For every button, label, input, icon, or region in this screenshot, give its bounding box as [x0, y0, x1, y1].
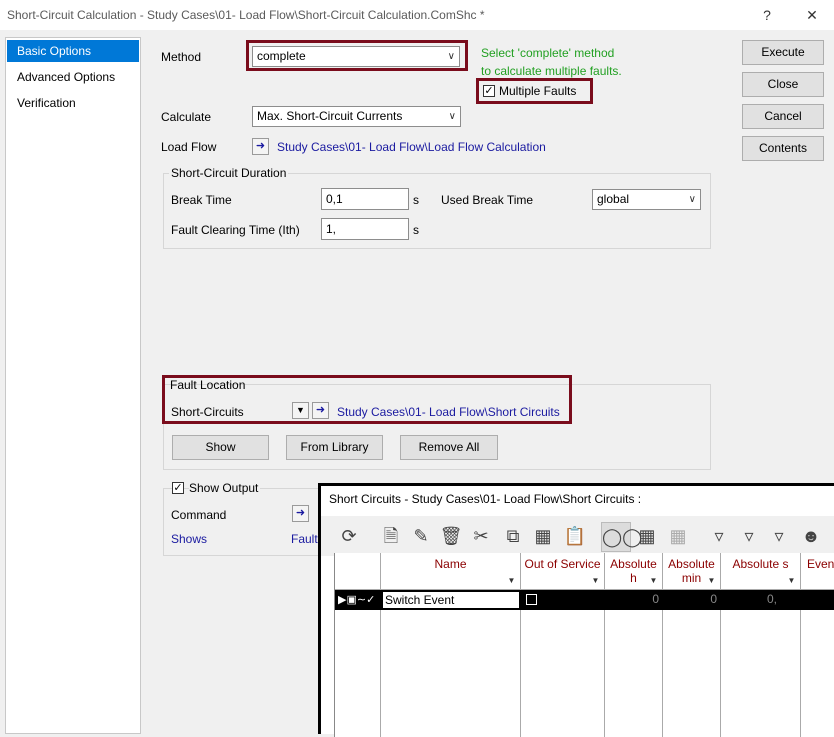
row-abs-min-cell[interactable]: 0 — [663, 592, 717, 606]
contents-button[interactable]: Contents — [742, 136, 824, 161]
close-window-icon[interactable]: ✕ — [802, 5, 822, 25]
show-output-label: Show Output — [189, 481, 261, 495]
table-view-icon[interactable]: ▦ — [633, 522, 661, 550]
chevron-down-icon[interactable]: ▼ — [648, 576, 659, 586]
delete-icon[interactable]: 🗑 — [437, 522, 465, 550]
shows-value[interactable]: Fault — [291, 532, 318, 546]
show-button[interactable]: Show — [172, 435, 269, 460]
chevron-down-icon[interactable]: ▼ — [590, 576, 601, 586]
short-circuits-jump-icon[interactable]: ➜ — [312, 402, 329, 419]
fault-clearing-unit: s — [413, 223, 419, 237]
sidebar-item-advanced-options[interactable]: Advanced Options — [7, 66, 139, 88]
out-of-service-column — [521, 590, 605, 737]
duration-group — [163, 173, 711, 249]
multiple-faults-checkbox[interactable]: ✓ — [483, 85, 495, 97]
short-circuits-label: Short-Circuits — [171, 405, 244, 419]
chevron-down-icon: ∨ — [447, 51, 455, 62]
table-row[interactable]: ▶▣∼✓ Switch Event 0 0 0, — [335, 590, 834, 610]
title-bar: Short-Circuit Calculation - Study Cases\… — [0, 0, 834, 30]
chevron-down-icon: ∨ — [448, 111, 456, 122]
browser-toolbar: ⟳ 🗎 ✎ 🗑 ✂ ⧉ ▦ 📋 ◯◯ ▦ ▦ ▿ ▿ ▿ ☻ — [321, 516, 834, 556]
fault-location-title: Fault Location — [170, 378, 246, 392]
out-of-service-checkbox[interactable] — [526, 594, 537, 605]
column-header-event[interactable]: Event — [801, 553, 834, 590]
break-time-unit: s — [413, 193, 419, 207]
chevron-down-icon[interactable]: ▼ — [706, 576, 717, 586]
load-flow-label: Load Flow — [161, 140, 217, 154]
calculate-value: Max. Short-Circuit Currents — [257, 109, 403, 123]
cut-icon[interactable]: ✂ — [467, 522, 495, 550]
filter-advanced-icon[interactable]: ▿ — [735, 522, 763, 550]
users-icon[interactable]: ☻ — [797, 522, 825, 550]
row-header-column — [335, 590, 381, 737]
sidebar: Basic Options Advanced Options Verificat… — [5, 37, 141, 734]
column-header-out-of-service[interactable]: Out of Service ▼ — [521, 553, 605, 590]
edit-icon[interactable]: ✎ — [407, 522, 435, 550]
load-flow-jump-icon[interactable]: ➜ — [252, 138, 269, 155]
short-circuits-link[interactable]: Study Cases\01- Load Flow\Short Circuits — [337, 405, 560, 419]
absolute-h-column — [605, 590, 663, 737]
filter-time-icon[interactable]: ▿ — [765, 522, 793, 550]
sidebar-item-basic-options[interactable]: Basic Options — [7, 40, 139, 62]
new-object-icon[interactable]: 🗎 — [377, 522, 405, 550]
fault-clearing-field[interactable]: 1, — [321, 218, 409, 240]
column-header-absolute-h[interactable]: Absolute h ▼ — [605, 553, 663, 590]
calculate-dropdown[interactable]: Max. Short-Circuit Currents ∨ — [252, 106, 461, 127]
break-time-field[interactable]: 0,1 — [321, 188, 409, 210]
row-abs-s-cell[interactable]: 0, — [721, 592, 777, 606]
close-button[interactable]: Close — [742, 72, 824, 97]
browser-title: Short Circuits - Study Cases\01- Load Fl… — [329, 492, 642, 506]
refresh-icon[interactable]: ⟳ — [335, 522, 363, 550]
fault-clearing-label: Fault Clearing Time (Ith) — [171, 223, 300, 237]
chevron-down-icon: ∨ — [688, 194, 696, 205]
break-time-label: Break Time — [171, 193, 232, 207]
row-name-cell[interactable]: Switch Event — [382, 591, 520, 609]
help-icon[interactable]: ? — [757, 5, 777, 25]
row-header-corner — [335, 553, 381, 590]
remove-all-button[interactable]: Remove All — [400, 435, 498, 460]
calculate-label: Calculate — [161, 110, 212, 124]
column-header-absolute-min[interactable]: Absolute min ▼ — [663, 553, 721, 590]
shows-label: Shows — [171, 532, 208, 546]
table-alt-icon[interactable]: ▦ — [664, 522, 692, 550]
multiple-faults-label: Multiple Faults — [499, 84, 577, 98]
absolute-s-column — [721, 590, 801, 737]
copy-icon[interactable]: ⧉ — [499, 522, 527, 550]
used-break-time-dropdown[interactable]: global ∨ — [592, 189, 701, 210]
from-library-button[interactable]: From Library — [286, 435, 383, 460]
method-hint-line1: Select 'complete' method — [481, 46, 615, 60]
chevron-down-icon[interactable]: ▼ — [506, 576, 517, 586]
column-header-absolute-s[interactable]: Absolute s ▼ — [721, 553, 801, 590]
duration-group-title: Short-Circuit Duration — [169, 166, 289, 180]
row-abs-h-cell[interactable]: 0 — [605, 592, 659, 606]
short-circuits-table: Name ▼ Out of Service ▼ Absolute h ▼ Abs… — [334, 553, 834, 737]
spreadsheet-icon[interactable]: ▦ — [529, 522, 557, 550]
short-circuits-dropdown-icon[interactable]: ▼ — [292, 402, 309, 419]
used-break-time-value: global — [597, 192, 630, 206]
absolute-min-column — [663, 590, 721, 737]
used-break-time-label: Used Break Time — [441, 193, 534, 207]
cancel-button[interactable]: Cancel — [742, 104, 824, 129]
window-title: Short-Circuit Calculation - Study Cases\… — [7, 8, 485, 22]
short-circuits-browser-window: Short Circuits - Study Cases\01- Load Fl… — [318, 483, 834, 737]
method-dropdown[interactable]: complete ∨ — [252, 46, 460, 67]
detail-mode-icon[interactable]: ◯◯ — [601, 522, 642, 552]
row-selector-icon[interactable]: ▶▣∼✓ — [338, 593, 375, 607]
method-value: complete — [257, 49, 306, 63]
column-header-name[interactable]: Name ▼ — [381, 553, 521, 590]
chevron-down-icon[interactable]: ▼ — [786, 576, 797, 586]
filter-icon[interactable]: ▿ — [705, 522, 733, 550]
command-jump-icon[interactable]: ➜ — [292, 505, 309, 522]
paste-icon[interactable]: 📋 — [561, 522, 589, 550]
sidebar-item-verification[interactable]: Verification — [7, 92, 139, 114]
command-label: Command — [171, 508, 227, 522]
execute-button[interactable]: Execute — [742, 40, 824, 65]
show-output-checkbox[interactable]: ✓ — [172, 482, 184, 494]
name-column — [381, 590, 521, 737]
load-flow-link[interactable]: Study Cases\01- Load Flow\Load Flow Calc… — [277, 140, 546, 154]
method-label: Method — [161, 50, 202, 64]
